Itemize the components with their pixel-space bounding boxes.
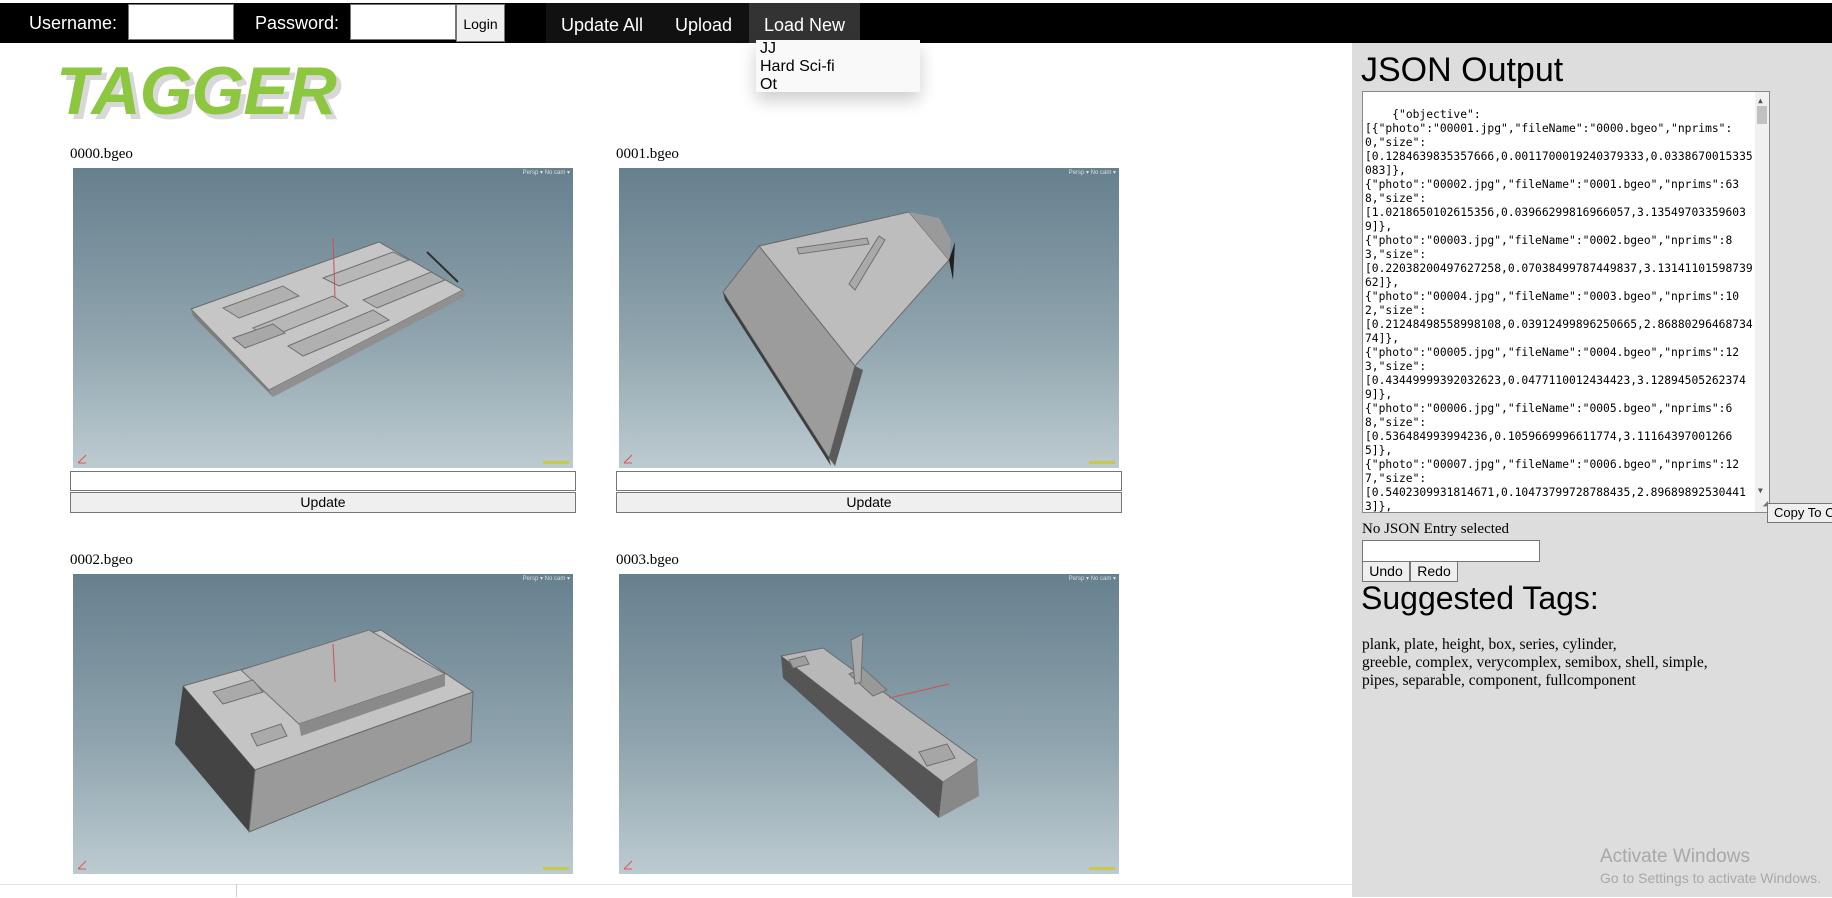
redo-button[interactable]: Redo	[1410, 561, 1458, 582]
activate-windows-watermark: Activate Windows Go to Settings to activ…	[1600, 846, 1821, 886]
axis-gizmo-icon	[77, 860, 87, 870]
viewport-indicator	[543, 461, 569, 464]
username-label: Username:	[29, 13, 118, 33]
login-button[interactable]: Login	[456, 4, 505, 42]
update-button[interactable]: Update	[70, 492, 576, 513]
bottom-divider	[236, 884, 237, 897]
suggested-tags-title: Suggested Tags:	[1361, 580, 1599, 616]
watermark-subtitle: Go to Settings to activate Windows.	[1600, 870, 1821, 886]
menu-update-all[interactable]: Update All	[546, 3, 658, 43]
json-output-text: {"objective": [{"photo":"00001.jpg","fil…	[1365, 108, 1753, 513]
model-preview-image[interactable]: Persp ▾ No cam ▾	[73, 574, 573, 874]
top-navigation-bar: Username: Password: Login Update All Upl…	[0, 3, 1832, 43]
undo-button[interactable]: Undo	[1362, 561, 1410, 582]
tile-filename: 0000.bgeo	[70, 146, 133, 162]
json-output-title: JSON Output	[1361, 51, 1564, 89]
dropdown-item-hard-sci-fi[interactable]: Hard Sci-fi	[756, 58, 920, 76]
watermark-title: Activate Windows	[1600, 846, 1750, 867]
update-button[interactable]: Update	[616, 492, 1122, 513]
username-input[interactable]	[128, 4, 234, 40]
axis-gizmo-icon	[623, 860, 633, 870]
json-entry-status: No JSON Entry selected	[1362, 521, 1510, 537]
model-render-0002	[175, 629, 475, 833]
model-render-0003	[779, 633, 979, 818]
tile-filename: 0001.bgeo	[616, 146, 679, 162]
model-render-0000	[190, 237, 466, 397]
json-output-textarea[interactable]: {"objective": [{"photo":"00001.jpg","fil…	[1362, 91, 1770, 513]
tag-input[interactable]	[616, 471, 1122, 491]
copy-to-clipboard-button[interactable]: Copy To Clipboard	[1767, 503, 1832, 523]
suggested-tags-line: plank, plate, height, box, series, cylin…	[1362, 636, 1617, 653]
tag-input[interactable]	[70, 471, 576, 491]
tile-filename: 0002.bgeo	[70, 552, 133, 568]
dropdown-item-jj[interactable]: JJ	[756, 40, 920, 58]
suggested-tags-list: plank, plate, height, box, series, cylin…	[1362, 636, 1742, 690]
suggested-tags-line: greeble, complex, verycomplex, semibox, …	[1362, 654, 1708, 671]
viewport-indicator	[1089, 867, 1115, 870]
menu-load-new[interactable]: Load New	[749, 3, 860, 43]
viewport-indicator	[543, 867, 569, 870]
model-preview-image[interactable]: Persp ▾ No cam ▾	[619, 574, 1119, 874]
password-input[interactable]	[350, 4, 456, 40]
password-label: Password:	[255, 13, 340, 33]
axis-gizmo-icon	[623, 454, 633, 464]
viewport-indicator	[1089, 461, 1115, 464]
tagger-logo: TAGGER	[56, 53, 337, 129]
json-entry-input[interactable]	[1362, 540, 1540, 562]
axis-gizmo-icon	[77, 454, 87, 464]
json-side-panel: JSON Output {"objective": [{"photo":"000…	[1352, 43, 1832, 897]
scroll-thumb[interactable]	[1757, 106, 1767, 124]
model-preview-image[interactable]: Persp ▾ No cam ▾	[619, 168, 1119, 468]
suggested-tags-line: pipes, separable, component, fullcompone…	[1362, 672, 1636, 689]
load-new-dropdown: JJ Hard Sci-fi Ot	[756, 40, 920, 94]
tile-filename: 0003.bgeo	[616, 552, 679, 568]
menu-upload[interactable]: Upload	[658, 3, 749, 43]
bottom-edge	[0, 884, 1352, 898]
json-scrollbar[interactable]: ▲ ▼	[1755, 92, 1769, 512]
dropdown-item-ot[interactable]: Ot	[756, 76, 920, 94]
model-render-0001	[722, 211, 955, 466]
model-preview-image[interactable]: Persp ▾ No cam ▾	[73, 168, 573, 468]
scroll-down-arrow-icon[interactable]: ▼	[1758, 484, 1763, 498]
